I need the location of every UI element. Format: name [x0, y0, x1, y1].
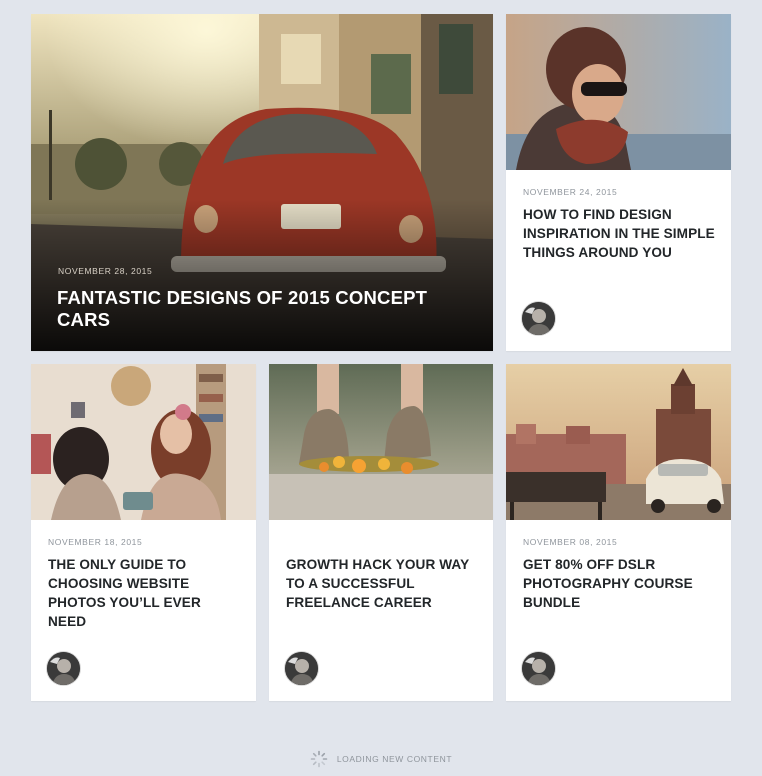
post-title[interactable]: THE ONLY GUIDE TO CHOOSING WEBSITE PHOTO… — [48, 555, 242, 631]
post-title[interactable]: FANTASTIC DESIGNS OF 2015 CONCEPT CARS — [57, 287, 479, 331]
post-card[interactable]: NOVEMBER 18, 2015 THE ONLY GUIDE TO CHOO… — [31, 364, 256, 701]
post-image[interactable] — [269, 364, 493, 520]
post-grid: NOVEMBER 28, 2015 FANTASTIC DESIGNS OF 2… — [0, 0, 762, 776]
post-date: NOVEMBER 24, 2015 — [523, 187, 618, 197]
post-image[interactable] — [31, 364, 256, 520]
post-title[interactable]: GET 80% OFF DSLR PHOTOGRAPHY COURSE BUND… — [523, 555, 717, 612]
author-avatar[interactable] — [285, 652, 318, 685]
spinner-icon — [310, 750, 328, 768]
post-date: NOVEMBER 28, 2015 — [58, 266, 153, 276]
post-card[interactable]: NOVEMBER 08, 2015 GET 80% OFF DSLR PHOTO… — [506, 364, 731, 701]
post-title[interactable]: HOW TO FIND DESIGN INSPIRATION IN THE SI… — [523, 205, 717, 262]
loading-indicator: LOADING NEW CONTENT — [0, 750, 762, 768]
loading-label: LOADING NEW CONTENT — [336, 754, 453, 764]
post-date: NOVEMBER 18, 2015 — [48, 537, 143, 547]
post-image[interactable] — [506, 364, 731, 520]
featured-post-card[interactable]: NOVEMBER 28, 2015 FANTASTIC DESIGNS OF 2… — [31, 14, 493, 351]
post-image[interactable] — [506, 14, 731, 170]
author-avatar[interactable] — [522, 652, 555, 685]
post-date: NOVEMBER 08, 2015 — [523, 537, 618, 547]
post-title[interactable]: GROWTH HACK YOUR WAY TO A SUCCESSFUL FRE… — [286, 555, 479, 612]
post-card[interactable]: NOVEMBER 24, 2015 HOW TO FIND DESIGN INS… — [506, 14, 731, 351]
author-avatar[interactable] — [47, 652, 80, 685]
author-avatar[interactable] — [522, 302, 555, 335]
post-card[interactable]: GROWTH HACK YOUR WAY TO A SUCCESSFUL FRE… — [269, 364, 493, 701]
